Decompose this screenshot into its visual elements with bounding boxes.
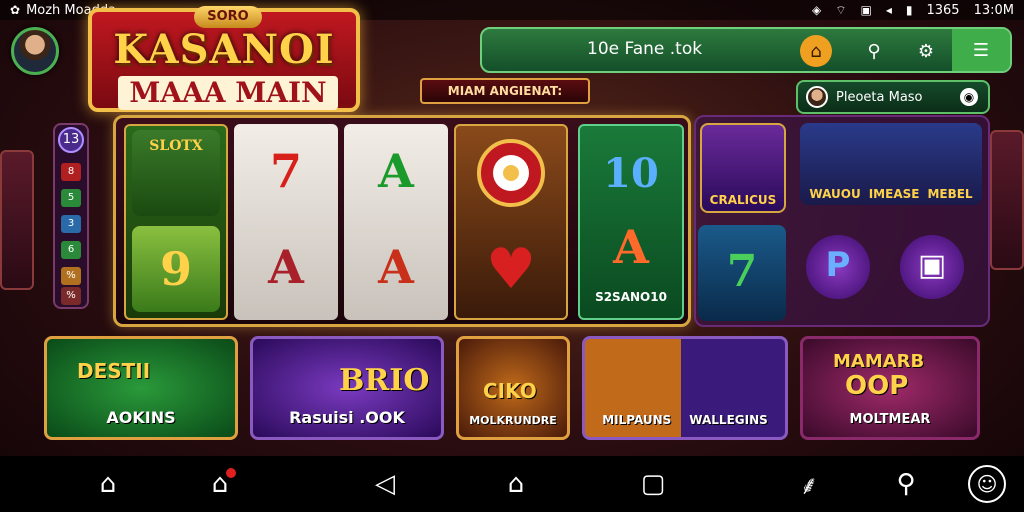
home-badge-icon[interactable]: ⌂ [202,468,238,500]
game-label: Rasuisi .OOK [289,408,405,427]
paytable-strip: 13 8 5 3 6 % % [53,123,89,309]
strip-item: 3 [61,215,81,233]
featured-tile[interactable]: WAUOU IMEASE MEBEL [800,123,982,205]
menu-button[interactable]: ☰ [952,29,1010,71]
reel-3: A A [344,124,448,320]
gear-icon: ⚙ [917,40,935,62]
game-tile[interactable]: MILPAUNS WALLEGINS [582,336,788,440]
status-right: ◈ ⌔ ▣ ◂ ▮ 1365 13:0M [812,3,1014,18]
top-search-bar[interactable]: 10e Fane .tok ⌂ ⚲ ⚙ ☰ [480,27,1012,73]
reel-4: ♥ [454,124,568,320]
game-tile[interactable]: CIKO MOLKRUNDRE [456,336,570,440]
game-title: CIKO [483,379,537,403]
game-logo: SORO KASANOI MAAA MAIN [88,6,360,112]
logo-title: KASANOI [113,26,335,73]
strip-item: 6 [61,241,81,259]
wifi-icon: ⌔ [835,2,847,17]
search-button[interactable]: ⚲ [858,35,890,67]
reel-symbol: A [378,240,414,294]
treasure-chest-icon: ▣ [917,248,947,283]
reel-symbol: A [268,240,304,294]
signal-icon: ▮ [905,3,913,17]
clock: 13:0M [973,2,1014,18]
hamburger-icon: ☰ [972,39,990,61]
featured-tile-label: 7 [726,245,758,297]
game-label: AOKINS [106,408,176,427]
side-machine-left [0,150,34,290]
reel-symbol: 9 [132,226,220,312]
featured-tile[interactable]: CRALICUS [700,123,786,213]
promo-banner[interactable]: MIAM ANGIENAT: [420,78,590,104]
home-icon[interactable]: ⌂ [90,468,126,500]
roulette-symbol [462,130,560,216]
face-icon[interactable]: ☺ [968,465,1006,503]
game-title: OOP [845,371,909,401]
profile-chip[interactable]: Pleoeta Maso ◉ [796,80,990,114]
game-title: BRIO [339,363,430,398]
featured-tile-label: CRALICUS [709,193,777,207]
featured-tile[interactable]: 7 [698,225,786,321]
featured-tile-label: P [825,245,851,285]
vibrate-icon: ▣ [860,3,872,17]
sound-icon: ◂ [885,3,892,17]
strip-item: % [61,267,81,285]
coin-icon: ◉ [960,88,978,106]
strip-item: % [61,287,81,305]
profile-avatar [806,86,828,108]
logo-subtitle: MAAA MAIN [118,76,338,110]
back-icon[interactable]: ◁ [367,468,403,500]
game-label: WALLEGINS [689,413,768,427]
reel-symbol: SLOTX [132,130,220,216]
chest-tile[interactable]: ▣ [900,235,964,299]
game-label: MILPAUNS [602,413,672,427]
logo-top-badge: SORO [194,6,262,28]
search-icon: ⚲ [867,40,881,62]
strip-item: 8 [61,163,81,181]
bottom-nav-bar: ⌂ ⌂ ◁ ⌂ ▢ ⸙ ⚲ ☺ [0,456,1024,512]
lobby-button[interactable]: ⌂ [800,35,832,67]
strip-item: 5 [61,189,81,207]
reel-symbol: 7 [269,144,302,198]
lobby-icon: ⌂ [810,40,822,62]
game-tile[interactable]: BRIO Rasuisi .OOK [250,336,444,440]
search-input[interactable]: 10e Fane .tok [587,39,702,59]
featured-tile-label: MEBEL [927,187,973,201]
settings-button[interactable]: ⚙ [910,35,942,67]
side-machine-right [990,130,1024,270]
featured-tile[interactable]: P [806,235,870,299]
reel-symbol: ♥ [485,236,537,302]
notification-icon: ◈ [811,3,822,17]
recents-icon[interactable]: ▢ [635,468,671,500]
reel-1: SLOTX 9 [124,124,228,320]
roulette-icon [477,139,545,207]
reel-2: 7 A [234,124,338,320]
game-title: DESTII [77,359,151,383]
game-title: MAMARB [833,351,925,372]
reel-symbol: A [378,144,414,198]
search-icon[interactable]: ⚲ [888,468,924,500]
reel-5: 10 A S2SANO10 [578,124,684,320]
notification-dot [226,468,236,478]
reel-caption: S2SANO10 [595,290,667,304]
featured-tile-label: IMEASE [868,187,920,201]
app-icon: ✿ [10,3,21,17]
game-label: MOLKRUNDRE [469,414,557,427]
game-tile[interactable]: MAMARB OOP MOLTMEAR [800,336,980,440]
gesture-icon[interactable]: ⸙ [791,468,827,501]
game-tile[interactable]: DESTII AOKINS [44,336,238,440]
game-label: MOLTMEAR [849,412,931,427]
profile-label: Pleoeta Maso [836,89,923,105]
home-button-icon[interactable]: ⌂ [498,468,534,500]
reel-symbol: A [613,220,649,274]
slot-reels[interactable]: SLOTX 9 7 A A A ♥ 10 A S2SANO10 [113,115,691,327]
level-badge: 13 [58,127,84,153]
avatar[interactable] [11,27,59,75]
reel-symbol: 10 [603,149,659,197]
battery-text: 1365 [926,2,960,18]
featured-panel: CRALICUS WAUOU IMEASE MEBEL 7 P ▣ [694,115,990,327]
featured-tile-label: WAUOU [809,187,861,201]
